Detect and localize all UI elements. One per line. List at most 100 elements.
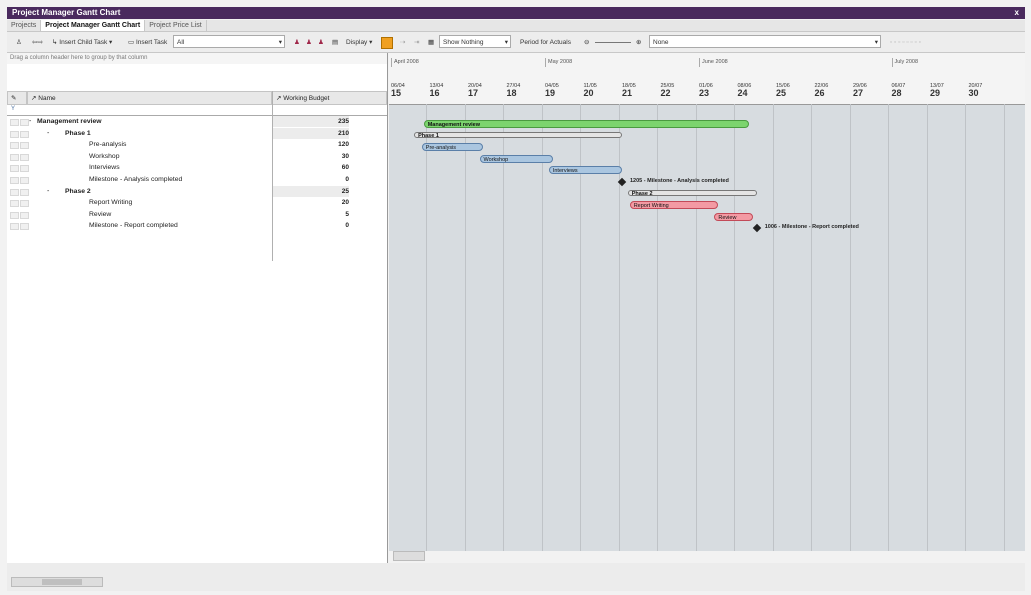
gantt-scroll-arrows[interactable] <box>393 551 425 561</box>
collapse-toggle-icon[interactable]: - <box>47 186 49 197</box>
milestone-diamond-icon[interactable] <box>752 224 761 233</box>
row-indicator-icon <box>10 177 19 184</box>
zoom-slider[interactable] <box>595 35 631 43</box>
insert-task-label: Insert Task <box>135 39 168 46</box>
tab-gantt-chart[interactable]: Project Manager Gantt Chart <box>41 20 146 31</box>
task-name: Phase 2 <box>65 187 91 195</box>
outdent-icon[interactable]: ⇦⇨ <box>29 35 46 50</box>
row-indicator-icon <box>20 200 29 208</box>
insert-child-task-label: Insert Child Task <box>59 39 108 46</box>
table-icon[interactable]: ▤ <box>329 35 341 50</box>
gantt-bar-management-review[interactable]: Management review <box>423 120 750 128</box>
collapse-toggle-icon[interactable]: - <box>47 128 49 139</box>
week-gridline <box>734 104 735 551</box>
week-number: 16 <box>429 88 440 98</box>
gantt-bar-pre-analysis[interactable]: Pre-analysis <box>421 143 484 152</box>
task-budget: 0 <box>345 222 349 230</box>
filter-row[interactable]: Y <box>7 105 387 116</box>
timeline-week: 08/06 24 <box>738 83 752 98</box>
budget-column-label: Working Budget <box>283 95 330 102</box>
task-budget: 25 <box>341 187 349 195</box>
week-gridline <box>426 104 427 551</box>
zoom-in-icon[interactable]: ⊕ <box>633 35 644 50</box>
edit-column-header[interactable]: ✎ <box>7 91 27 105</box>
table-row[interactable]: Workshop 30 <box>7 151 387 162</box>
tab-projects[interactable]: Projects <box>7 20 42 31</box>
window-title: Project Manager Gantt Chart <box>12 8 121 17</box>
row-indicator-icon <box>20 153 29 161</box>
window-title-bar: Project Manager Gantt Chart x <box>7 7 1025 19</box>
task-budget: 235 <box>338 118 349 125</box>
week-number: 20 <box>583 88 594 98</box>
timeline-week: 04/05 19 <box>545 83 559 98</box>
group-by-hint: Drag a column header here to group by th… <box>7 53 387 64</box>
gantt-bar-report-writing[interactable]: Report Writing <box>629 201 719 210</box>
week-gridline <box>503 104 504 551</box>
week-number: 30 <box>968 88 979 98</box>
row-indicator-icon <box>10 188 19 196</box>
table-row[interactable]: Milestone - Report completed 0 <box>7 220 387 231</box>
scroll-thumb[interactable] <box>42 579 82 585</box>
zoom-out-icon[interactable]: ⊖ <box>581 35 592 50</box>
task-budget: 5 <box>345 210 349 218</box>
insert-task-button[interactable]: ▭ Insert Task <box>125 35 170 50</box>
show-select[interactable]: Show Nothing ▾ <box>439 35 511 48</box>
table-row[interactable]: Review 5 <box>7 209 387 220</box>
grid-horizontal-scrollbar[interactable] <box>11 577 103 587</box>
row-indicator-icon <box>20 130 29 138</box>
table-row[interactable]: Interviews 60 <box>7 162 387 173</box>
row-indicator-icon <box>10 223 19 231</box>
tab-price-list[interactable]: Project Price List <box>145 20 207 31</box>
link-icon[interactable]: ⇢ <box>397 35 408 50</box>
table-row[interactable]: Report Writing 20 <box>7 197 387 208</box>
week-gridline <box>811 104 812 551</box>
table-row[interactable]: - Management review 235 <box>7 116 387 127</box>
gantt-bar-review[interactable]: Review <box>714 212 753 221</box>
gantt-bar-interviews[interactable]: Interviews <box>548 166 622 175</box>
timeline-week: 20/07 30 <box>969 83 983 98</box>
insert-child-task-button[interactable]: ↳ Insert Child Task ▾ <box>49 35 115 50</box>
gantt-bar-workshop[interactable]: Workshop <box>479 154 553 163</box>
row-indicator-icon <box>20 165 29 173</box>
timeline-week: 25/05 22 <box>661 83 675 98</box>
highlight-icon[interactable] <box>381 37 393 49</box>
display-button[interactable]: Display ▾ <box>343 35 375 50</box>
timeline-month: June 2008 <box>699 58 782 67</box>
close-icon[interactable]: x <box>1015 7 1019 19</box>
name-column-header[interactable]: ↗ Name <box>27 91 272 105</box>
user-icon[interactable]: ♙ <box>13 35 25 50</box>
week-number: 19 <box>545 88 556 98</box>
timeline-week: 29/06 27 <box>853 83 867 98</box>
milestone-label: 1006 - Milestone - Report completed <box>764 224 859 231</box>
filter-icon[interactable]: Y <box>11 106 15 112</box>
filter-select[interactable]: All ▾ <box>173 35 285 48</box>
resource-assign-icon[interactable]: ♟ <box>303 35 315 50</box>
toolbar: ♙ ⇦⇨ ↳ Insert Child Task ▾ ▭ Insert Task… <box>7 32 1025 53</box>
timeline-week: 06/07 28 <box>892 83 906 98</box>
chevron-down-icon: ▾ <box>278 39 282 46</box>
timeline-week: 27/04 18 <box>507 83 521 98</box>
table-row[interactable]: Milestone - Analysis completed 0 <box>7 174 387 185</box>
table-row[interactable]: - Phase 1 210 <box>7 127 387 139</box>
resource-remove-icon[interactable]: ♟ <box>315 35 327 50</box>
grid-icon[interactable]: ▦ <box>425 35 437 50</box>
table-row[interactable]: - Phase 2 25 <box>7 185 387 197</box>
timeline-week: 15/06 25 <box>776 83 790 98</box>
collapse-toggle-icon[interactable]: - <box>29 116 31 127</box>
task-name: Interviews <box>89 164 120 172</box>
table-row[interactable]: Pre-analysis 120 <box>7 139 387 150</box>
unlink-icon[interactable]: ⇥ <box>411 35 422 50</box>
week-number: 27 <box>853 88 864 98</box>
week-gridline <box>888 104 889 551</box>
task-name: Management review <box>37 118 102 125</box>
week-gridline <box>926 104 928 551</box>
resource-icon[interactable]: ♟ <box>291 35 303 50</box>
task-budget: 0 <box>345 176 349 183</box>
task-budget: 20 <box>341 199 349 207</box>
budget-column-header[interactable]: ↗ Working Budget <box>272 91 387 105</box>
gantt-bar-phase-1[interactable]: Phase 1 <box>414 131 622 139</box>
baseline-select[interactable]: None ▾ <box>649 35 881 48</box>
chevron-down-icon: ▾ <box>874 39 878 46</box>
week-number: 17 <box>468 88 479 98</box>
gantt-bar-phase-2[interactable]: Phase 2 <box>627 189 757 197</box>
